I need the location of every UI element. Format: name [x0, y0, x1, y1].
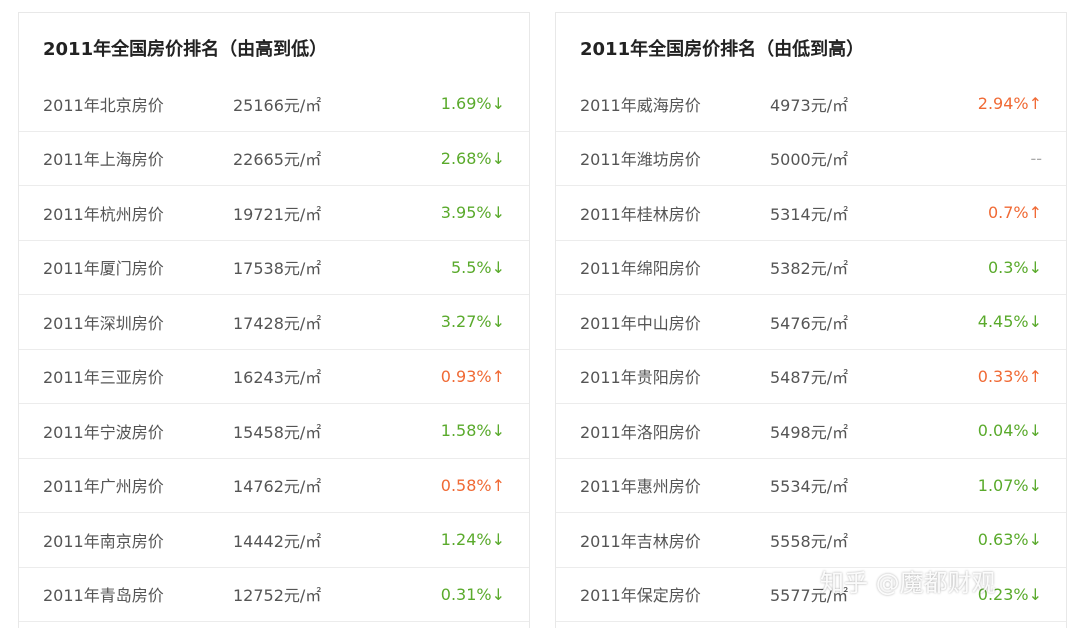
price-value: 5476元/㎡ — [770, 313, 849, 333]
panel-title: 2011年全国房价排名（由低到高） — [580, 39, 865, 60]
change-value: 0.93%↑ — [440, 366, 505, 386]
city-label: 2011年桂林房价 — [580, 204, 701, 224]
price-value: 25166元/㎡ — [233, 95, 322, 115]
table-row[interactable]: 2011年惠州房价 5534元/㎡ 1.07%↓ — [556, 459, 1066, 513]
change-value: 2.68%↓ — [440, 148, 505, 168]
table-row[interactable]: 2011年潍坊房价 5000元/㎡ -- — [556, 132, 1066, 186]
ranking-list: 2011年北京房价 25166元/㎡ 1.69%↓ 2011年上海房价 22665元/㎡… — [19, 77, 529, 622]
change-value: 1.69%↓ — [440, 94, 505, 114]
table-row[interactable]: 2011年深圳房价 17428元/㎡ 3.27%↓ — [19, 295, 529, 350]
change-value: 0.3%↓ — [987, 257, 1042, 277]
price-value: 12752元/㎡ — [233, 586, 322, 606]
table-row[interactable]: 2011年北京房价 25166元/㎡ 1.69%↓ — [19, 77, 529, 132]
change-value: 3.27%↓ — [440, 312, 505, 332]
price-value: 22665元/㎡ — [233, 150, 322, 170]
change-value: 0.31%↓ — [440, 584, 505, 604]
change-value: 1.24%↓ — [440, 530, 505, 550]
change-value: 0.58%↑ — [440, 475, 505, 495]
city-label: 2011年厦门房价 — [43, 259, 164, 279]
price-value: 17538元/㎡ — [233, 259, 322, 279]
city-label: 2011年绵阳房价 — [580, 259, 701, 279]
table-row[interactable]: 2011年三亚房价 16243元/㎡ 0.93%↑ — [19, 350, 529, 404]
table-row[interactable]: 2011年中山房价 5476元/㎡ 4.45%↓ — [556, 295, 1066, 350]
change-value: 0.33%↑ — [977, 366, 1042, 386]
table-row[interactable]: 2011年桂林房价 5314元/㎡ 0.7%↑ — [556, 186, 1066, 241]
city-label: 2011年三亚房价 — [43, 368, 164, 388]
change-value: 5.5%↓ — [450, 257, 505, 277]
city-label: 2011年中山房价 — [580, 313, 701, 333]
table-row[interactable]: 2011年宁波房价 15458元/㎡ 1.58%↓ — [19, 404, 529, 459]
table-row[interactable]: 2011年厦门房价 17538元/㎡ 5.5%↓ — [19, 241, 529, 295]
price-value: 14762元/㎡ — [233, 477, 322, 497]
city-label: 2011年杭州房价 — [43, 204, 164, 224]
price-value: 16243元/㎡ — [233, 368, 322, 388]
price-value: 5534元/㎡ — [770, 477, 849, 497]
city-label: 2011年宁波房价 — [43, 422, 164, 442]
change-value: 0.04%↓ — [977, 421, 1042, 441]
change-value: -- — [1030, 148, 1042, 168]
city-label: 2011年广州房价 — [43, 477, 164, 497]
price-value: 5382元/㎡ — [770, 259, 849, 279]
table-row[interactable]: 2011年贵阳房价 5487元/㎡ 0.33%↑ — [556, 350, 1066, 404]
table-row[interactable]: 2011年上海房价 22665元/㎡ 2.68%↓ — [19, 132, 529, 186]
table-row[interactable]: 2011年绵阳房价 5382元/㎡ 0.3%↓ — [556, 241, 1066, 295]
city-label: 2011年吉林房价 — [580, 531, 701, 551]
change-value: 3.95%↓ — [440, 203, 505, 223]
price-value: 5487元/㎡ — [770, 368, 849, 388]
page: 2011年全国房价排名（由高到低） 2011年北京房价 25166元/㎡ 1.69%… — [0, 0, 1080, 628]
city-label: 2011年南京房价 — [43, 531, 164, 551]
ranking-list: 2011年威海房价 4973元/㎡ 2.94%↑ 2011年潍坊房价 5000元/㎡ --… — [556, 77, 1066, 622]
price-value: 5498元/㎡ — [770, 422, 849, 442]
price-value: 5314元/㎡ — [770, 204, 849, 224]
city-label: 2011年上海房价 — [43, 150, 164, 170]
price-value: 5000元/㎡ — [770, 150, 849, 170]
table-row[interactable]: 2011年洛阳房价 5498元/㎡ 0.04%↓ — [556, 404, 1066, 459]
change-value: 4.45%↓ — [977, 312, 1042, 332]
table-row[interactable]: 2011年南京房价 14442元/㎡ 1.24%↓ — [19, 513, 529, 568]
change-value: 1.58%↓ — [440, 421, 505, 441]
table-row[interactable]: 2011年威海房价 4973元/㎡ 2.94%↑ — [556, 77, 1066, 132]
city-label: 2011年青岛房价 — [43, 586, 164, 606]
change-value: 1.07%↓ — [977, 475, 1042, 495]
price-value: 4973元/㎡ — [770, 95, 849, 115]
table-row[interactable]: 2011年广州房价 14762元/㎡ 0.58%↑ — [19, 459, 529, 513]
table-row[interactable]: 2011年杭州房价 19721元/㎡ 3.95%↓ — [19, 186, 529, 241]
change-value: 0.63%↓ — [977, 530, 1042, 550]
change-value: 2.94%↑ — [977, 94, 1042, 114]
change-value: 0.7%↑ — [987, 203, 1042, 223]
price-value: 17428元/㎡ — [233, 313, 322, 333]
price-value: 15458元/㎡ — [233, 422, 322, 442]
city-label: 2011年北京房价 — [43, 95, 164, 115]
table-row[interactable]: 2011年吉林房价 5558元/㎡ 0.63%↓ — [556, 513, 1066, 568]
ranking-panel-high-to-low: 2011年全国房价排名（由高到低） 2011年北京房价 25166元/㎡ 1.69%… — [18, 12, 530, 628]
city-label: 2011年洛阳房价 — [580, 422, 701, 442]
city-label: 2011年惠州房价 — [580, 477, 701, 497]
city-label: 2011年贵阳房价 — [580, 368, 701, 388]
city-label: 2011年潍坊房价 — [580, 150, 701, 170]
watermark: 知乎 @魔都财观 — [820, 569, 996, 597]
city-label: 2011年威海房价 — [580, 95, 701, 115]
panel-title: 2011年全国房价排名（由高到低） — [43, 39, 328, 60]
ranking-panel-low-to-high: 2011年全国房价排名（由低到高） 2011年威海房价 4973元/㎡ 2.94%↑… — [555, 12, 1067, 628]
table-row[interactable]: 2011年青岛房价 12752元/㎡ 0.31%↓ — [19, 568, 529, 622]
city-label: 2011年深圳房价 — [43, 313, 164, 333]
city-label: 2011年保定房价 — [580, 586, 701, 606]
price-value: 19721元/㎡ — [233, 204, 322, 224]
price-value: 5558元/㎡ — [770, 531, 849, 551]
price-value: 14442元/㎡ — [233, 531, 322, 551]
